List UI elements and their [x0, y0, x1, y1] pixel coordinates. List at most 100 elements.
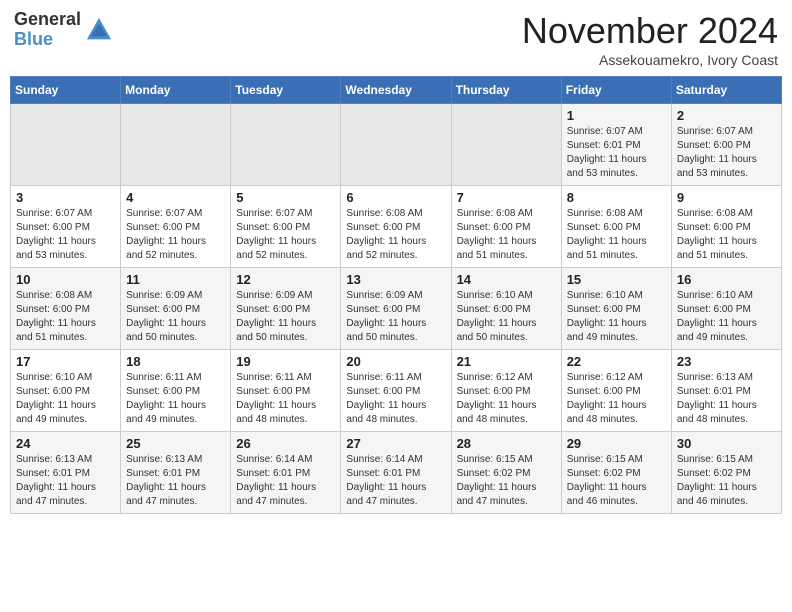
calendar-day-cell: 13 Sunrise: 6:09 AM Sunset: 6:00 PM Dayli… [341, 268, 451, 350]
calendar-day-cell: 1 Sunrise: 6:07 AM Sunset: 6:01 PM Daylig… [561, 104, 671, 186]
day-number: 27 [346, 436, 445, 451]
day-number: 19 [236, 354, 335, 369]
day-number: 13 [346, 272, 445, 287]
calendar-day-cell: 20Sunrise: 6:11 AM Sunset: 6:00 PM Dayli… [341, 350, 451, 432]
day-info: Sunrise: 6:14 AM Sunset: 6:01 PM Dayligh… [346, 453, 445, 509]
day-info: Sunrise: 6:10 AM Sunset: 6:00 PM Dayligh… [677, 289, 776, 345]
calendar-day-cell: 25 Sunrise: 6:13 AM Sunset: 6:01 PM Dayli… [121, 432, 231, 514]
day-info: Sunrise: 6:08 AM Sunset: 6:00 PM Dayligh… [16, 289, 115, 345]
calendar-day-cell [231, 104, 341, 186]
calendar-day-cell: 15 Sunrise: 6:10 AM Sunset: 6:00 PM Dayli… [561, 268, 671, 350]
day-info: Sunrise: 6:10 AM Sunset: 6:00 PM Dayligh… [457, 289, 556, 345]
weekday-header-row: SundayMondayTuesdayWednesdayThursdayFrid… [11, 77, 782, 104]
calendar-day-cell: 28 Sunrise: 6:15 AM Sunset: 6:02 PM Dayli… [451, 432, 561, 514]
day-info: Sunrise: 6:07 AM Sunset: 6:00 PM Dayligh… [126, 207, 225, 263]
title-block: November 2024 Assekouamekro, Ivory Coast [522, 10, 778, 68]
calendar-day-cell: 17 Sunrise: 6:10 AM Sunset: 6:00 PM Dayli… [11, 350, 121, 432]
day-info: Sunrise: 6:10 AM Sunset: 6:00 PM Dayligh… [567, 289, 666, 345]
day-info: Sunrise: 6:11 AM Sunset: 6:00 PM Dayligh… [236, 371, 335, 427]
calendar-week-2: 3 Sunrise: 6:07 AM Sunset: 6:00 PM Daylig… [11, 186, 782, 268]
day-number: 28 [457, 436, 556, 451]
day-info: Sunrise: 6:13 AM Sunset: 6:01 PM Dayligh… [16, 453, 115, 509]
weekday-header-thursday: Thursday [451, 77, 561, 104]
calendar-day-cell: 18Sunrise: 6:11 AM Sunset: 6:00 PM Dayli… [121, 350, 231, 432]
calendar-week-1: 1 Sunrise: 6:07 AM Sunset: 6:01 PM Daylig… [11, 104, 782, 186]
day-info: Sunrise: 6:10 AM Sunset: 6:00 PM Dayligh… [16, 371, 115, 427]
location-subtitle: Assekouamekro, Ivory Coast [522, 52, 778, 68]
day-info: Sunrise: 6:12 AM Sunset: 6:00 PM Dayligh… [457, 371, 556, 427]
day-number: 25 [126, 436, 225, 451]
calendar-day-cell: 6Sunrise: 6:08 AM Sunset: 6:00 PM Daylig… [341, 186, 451, 268]
calendar-body: 1 Sunrise: 6:07 AM Sunset: 6:01 PM Daylig… [11, 104, 782, 514]
calendar-day-cell [121, 104, 231, 186]
calendar-day-cell: 30 Sunrise: 6:15 AM Sunset: 6:02 PM Dayli… [671, 432, 781, 514]
calendar-day-cell: 4 Sunrise: 6:07 AM Sunset: 6:00 PM Daylig… [121, 186, 231, 268]
day-number: 22 [567, 354, 666, 369]
day-number: 10 [16, 272, 115, 287]
day-info: Sunrise: 6:13 AM Sunset: 6:01 PM Dayligh… [126, 453, 225, 509]
calendar-day-cell: 10 Sunrise: 6:08 AM Sunset: 6:00 PM Dayli… [11, 268, 121, 350]
day-info: Sunrise: 6:12 AM Sunset: 6:00 PM Dayligh… [567, 371, 666, 427]
calendar-day-cell: 5Sunrise: 6:07 AM Sunset: 6:00 PM Daylig… [231, 186, 341, 268]
day-number: 18 [126, 354, 225, 369]
day-info: Sunrise: 6:09 AM Sunset: 6:00 PM Dayligh… [126, 289, 225, 345]
day-info: Sunrise: 6:13 AM Sunset: 6:01 PM Dayligh… [677, 371, 776, 427]
day-info: Sunrise: 6:09 AM Sunset: 6:00 PM Dayligh… [236, 289, 335, 345]
day-number: 1 [567, 108, 666, 123]
day-number: 3 [16, 190, 115, 205]
calendar-day-cell: 2 Sunrise: 6:07 AM Sunset: 6:00 PM Daylig… [671, 104, 781, 186]
weekday-header-friday: Friday [561, 77, 671, 104]
calendar-day-cell: 22 Sunrise: 6:12 AM Sunset: 6:00 PM Dayli… [561, 350, 671, 432]
calendar-day-cell: 24Sunrise: 6:13 AM Sunset: 6:01 PM Dayli… [11, 432, 121, 514]
day-number: 20 [346, 354, 445, 369]
calendar-day-cell: 29 Sunrise: 6:15 AM Sunset: 6:02 PM Dayli… [561, 432, 671, 514]
calendar-day-cell: 9 Sunrise: 6:08 AM Sunset: 6:00 PM Daylig… [671, 186, 781, 268]
day-number: 29 [567, 436, 666, 451]
calendar-day-cell: 11 Sunrise: 6:09 AM Sunset: 6:00 PM Dayli… [121, 268, 231, 350]
calendar-header: SundayMondayTuesdayWednesdayThursdayFrid… [11, 77, 782, 104]
day-number: 4 [126, 190, 225, 205]
day-info: Sunrise: 6:15 AM Sunset: 6:02 PM Dayligh… [457, 453, 556, 509]
day-number: 16 [677, 272, 776, 287]
day-number: 15 [567, 272, 666, 287]
day-info: Sunrise: 6:15 AM Sunset: 6:02 PM Dayligh… [567, 453, 666, 509]
logo-blue-text: Blue [14, 30, 81, 50]
day-number: 14 [457, 272, 556, 287]
day-number: 30 [677, 436, 776, 451]
weekday-header-sunday: Sunday [11, 77, 121, 104]
calendar-day-cell: 12Sunrise: 6:09 AM Sunset: 6:00 PM Dayli… [231, 268, 341, 350]
calendar-table: SundayMondayTuesdayWednesdayThursdayFrid… [10, 76, 782, 514]
calendar-day-cell: 26 Sunrise: 6:14 AM Sunset: 6:01 PM Dayli… [231, 432, 341, 514]
day-number: 21 [457, 354, 556, 369]
calendar-day-cell: 21 Sunrise: 6:12 AM Sunset: 6:00 PM Dayli… [451, 350, 561, 432]
day-number: 7 [457, 190, 556, 205]
day-info: Sunrise: 6:07 AM Sunset: 6:00 PM Dayligh… [677, 125, 776, 181]
day-number: 8 [567, 190, 666, 205]
calendar-week-4: 17 Sunrise: 6:10 AM Sunset: 6:00 PM Dayli… [11, 350, 782, 432]
day-info: Sunrise: 6:09 AM Sunset: 6:00 PM Dayligh… [346, 289, 445, 345]
calendar-week-3: 10 Sunrise: 6:08 AM Sunset: 6:00 PM Dayli… [11, 268, 782, 350]
calendar-day-cell: 3Sunrise: 6:07 AM Sunset: 6:00 PM Daylig… [11, 186, 121, 268]
day-info: Sunrise: 6:08 AM Sunset: 6:00 PM Dayligh… [677, 207, 776, 263]
weekday-header-saturday: Saturday [671, 77, 781, 104]
weekday-header-wednesday: Wednesday [341, 77, 451, 104]
day-number: 26 [236, 436, 335, 451]
calendar-day-cell: 16 Sunrise: 6:10 AM Sunset: 6:00 PM Dayli… [671, 268, 781, 350]
calendar-week-5: 24Sunrise: 6:13 AM Sunset: 6:01 PM Dayli… [11, 432, 782, 514]
day-number: 2 [677, 108, 776, 123]
calendar-day-cell: 8Sunrise: 6:08 AM Sunset: 6:00 PM Daylig… [561, 186, 671, 268]
weekday-header-monday: Monday [121, 77, 231, 104]
page-header: General Blue November 2024 Assekouamekro… [10, 10, 782, 68]
day-info: Sunrise: 6:07 AM Sunset: 6:01 PM Dayligh… [567, 125, 666, 181]
calendar-day-cell: 19 Sunrise: 6:11 AM Sunset: 6:00 PM Dayli… [231, 350, 341, 432]
day-info: Sunrise: 6:07 AM Sunset: 6:00 PM Dayligh… [236, 207, 335, 263]
day-info: Sunrise: 6:15 AM Sunset: 6:02 PM Dayligh… [677, 453, 776, 509]
calendar-day-cell: 27 Sunrise: 6:14 AM Sunset: 6:01 PM Dayli… [341, 432, 451, 514]
day-number: 11 [126, 272, 225, 287]
logo-text: General Blue [14, 10, 81, 50]
calendar-day-cell [451, 104, 561, 186]
day-info: Sunrise: 6:14 AM Sunset: 6:01 PM Dayligh… [236, 453, 335, 509]
day-number: 17 [16, 354, 115, 369]
day-number: 9 [677, 190, 776, 205]
logo-general-text: General [14, 10, 81, 30]
